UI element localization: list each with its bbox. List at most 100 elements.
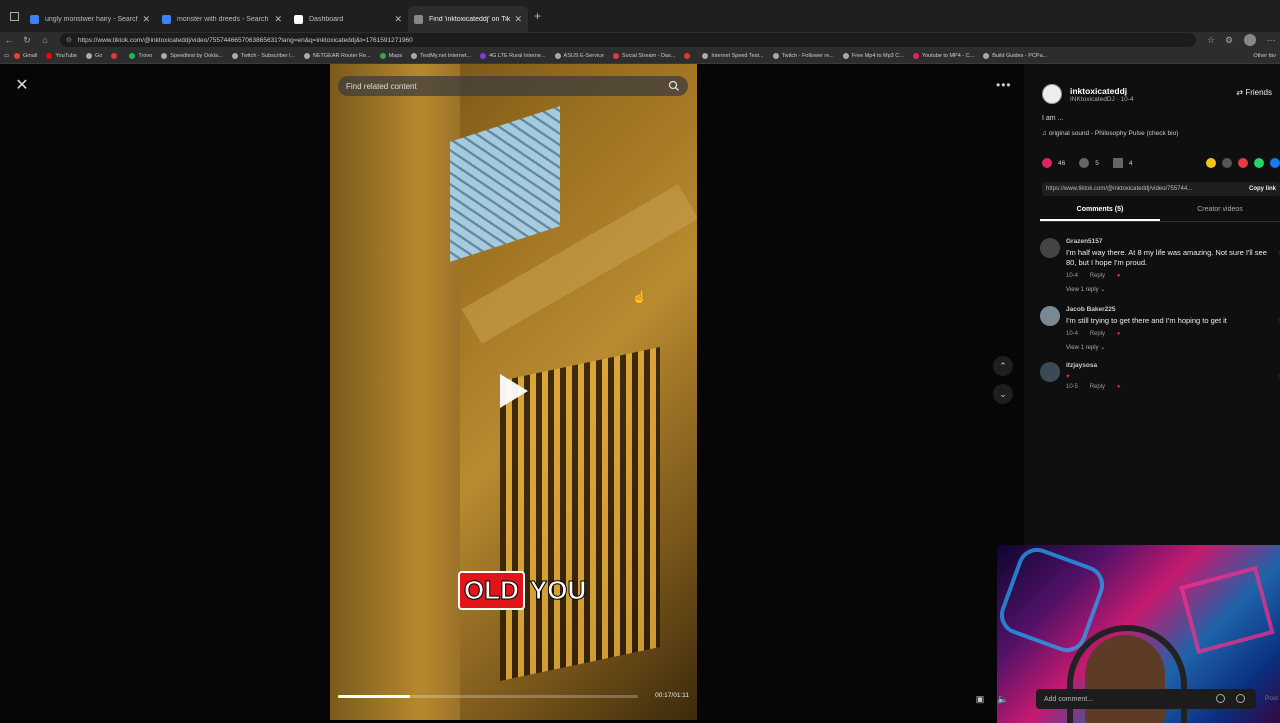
site-info-icon[interactable]: ⊙ [66, 36, 72, 44]
save-button[interactable]: 4 [1112, 158, 1132, 168]
author-block[interactable]: inktoxicateddj INKtoxicatedDJ · 10-4 [1042, 84, 1134, 104]
more-options-icon[interactable]: ••• [996, 78, 1012, 92]
tab-tiktok[interactable]: Find 'inktoxicateddj' on Tik ✕ [408, 6, 528, 32]
comment-author[interactable]: itzjaysosa [1066, 362, 1097, 369]
share-icon[interactable] [1238, 158, 1248, 168]
tab-dashboard[interactable]: Dashboard ✕ [288, 6, 408, 32]
search-input[interactable]: Find related content [338, 76, 688, 96]
comment-item: itzjaysosa ♥ 10-5 Reply ● ♡ [1040, 362, 1280, 398]
comment-author[interactable]: Jacob Baker225 [1066, 306, 1116, 313]
share-icon[interactable] [1270, 158, 1280, 168]
add-comment-input[interactable]: Add comment... [1036, 689, 1256, 709]
bookmark-item[interactable]: Internet Speed Test... [702, 52, 764, 59]
comment-icon [1079, 158, 1090, 168]
bookmark-item[interactable]: NETGEAR Router Re... [303, 52, 371, 59]
bookmark-label: Trovo [138, 52, 153, 59]
bookmark-label: Social Stream - Das... [621, 52, 676, 59]
avatar[interactable] [1040, 238, 1060, 258]
bookmark-favicon-icon [231, 52, 238, 59]
bookmark-label: NETGEAR Router Re... [312, 52, 371, 59]
bookmark-item[interactable]: ASUS E-Service [554, 52, 604, 59]
close-tab-icon[interactable]: ✕ [142, 14, 150, 25]
mention-icon[interactable] [1216, 694, 1225, 703]
bookmark-item[interactable]: Free Mp4 to Mp3 C... [842, 52, 904, 59]
share-icon[interactable] [1254, 158, 1264, 168]
bookmark-favicon-icon [554, 52, 561, 59]
comment-author[interactable]: Grazen5157 [1066, 238, 1103, 245]
previous-video-icon[interactable]: ⌃ [993, 356, 1013, 376]
bookmark-item[interactable]: TestMy.net Internet... [411, 52, 471, 59]
reply-button[interactable]: Reply [1090, 384, 1105, 390]
bookmark-label: YouTube [55, 52, 77, 59]
like-button[interactable]: 46 [1042, 158, 1065, 168]
reply-button[interactable]: Reply [1090, 273, 1105, 279]
back-icon[interactable]: ← [0, 35, 18, 45]
share-icon[interactable] [1206, 158, 1216, 168]
bookmark-label: Go [95, 52, 103, 59]
video-link-field[interactable]: https://www.tiktok.com/@inktoxicateddj/v… [1042, 182, 1280, 196]
menu-icon[interactable]: ⋯ [1262, 35, 1280, 46]
home-icon[interactable]: ⌂ [36, 35, 54, 45]
bookmark-item[interactable]: Youtube to MP4 - C... [912, 52, 974, 59]
volume-icon[interactable]: 🔈 [995, 691, 1011, 707]
close-tab-icon[interactable]: ✕ [274, 14, 282, 25]
emoji-icon[interactable] [1236, 694, 1245, 703]
video-player[interactable]: OLD YOU 00:17/01:11 [330, 64, 697, 720]
creator-liked-icon: ● [1116, 273, 1121, 279]
bookmark-item[interactable]: Gmail [14, 52, 37, 59]
bookmark-item[interactable]: Speedtest by Ookla... [161, 52, 223, 59]
other-favorites[interactable]: Other fav [1253, 53, 1276, 59]
bookmark-item[interactable]: Go [86, 52, 103, 59]
bookmark-item[interactable]: Social Stream - Das... [612, 52, 676, 59]
profile-icon[interactable] [1244, 34, 1256, 46]
post-button[interactable]: Post [1265, 695, 1278, 702]
bookmark-item[interactable] [684, 52, 693, 59]
video-description: I am ... [1042, 115, 1064, 122]
video-link-text: https://www.tiktok.com/@inktoxicateddj/v… [1046, 186, 1193, 192]
favorite-icon[interactable]: ☆ [1202, 35, 1220, 46]
search-icon[interactable] [668, 80, 680, 92]
video-progress-bar[interactable] [338, 695, 638, 698]
bookmark-item[interactable]: Maps [379, 52, 402, 59]
tab-creator-videos[interactable]: Creator videos [1160, 206, 1280, 221]
reply-button[interactable]: Reply [1090, 331, 1105, 337]
bookmark-item[interactable] [111, 52, 120, 59]
avatar[interactable] [1042, 84, 1062, 104]
bookmark-item[interactable]: Build Guides - PCPa... [983, 52, 1047, 59]
avatar[interactable] [1040, 362, 1060, 382]
close-tab-icon[interactable]: ✕ [514, 14, 522, 25]
tab-comments[interactable]: Comments (5) [1040, 206, 1160, 221]
tab-actions-icon[interactable] [4, 6, 24, 26]
picture-in-picture-icon[interactable]: ▣ [972, 691, 988, 707]
comment-sticker-icon: ♥ [1066, 374, 1070, 380]
play-icon[interactable] [500, 374, 528, 408]
reload-icon[interactable]: ↻ [18, 35, 36, 46]
close-icon[interactable]: ✕ [12, 76, 32, 96]
bookmark-item[interactable]: Twitch - Subscriber l... [231, 52, 295, 59]
comment-button[interactable]: 5 [1079, 158, 1099, 168]
new-tab-icon[interactable]: + [534, 9, 541, 23]
sidebar-toggle-icon[interactable]: ▭ [4, 53, 14, 59]
sound-link[interactable]: ♫ original sound - Philosophy Pulse (che… [1042, 130, 1178, 137]
next-video-icon[interactable]: ⌄ [993, 384, 1013, 404]
tab-ungly-monstwer[interactable]: ungly monstwer hairy - Search Im ✕ [24, 6, 156, 32]
avatar[interactable] [1040, 306, 1060, 326]
tab-monster-dreeds[interactable]: monster with dreeds - Search Im ✕ [156, 6, 288, 32]
close-tab-icon[interactable]: ✕ [394, 14, 402, 25]
friends-button[interactable]: ⇄ Friends [1236, 88, 1272, 97]
bookmark-item[interactable]: YouTube [46, 52, 77, 59]
comment-date: 10-4 [1066, 331, 1079, 337]
bookmark-item[interactable]: Trovo [129, 52, 153, 59]
bookmark-favicon-icon [129, 52, 136, 59]
comment-meta: 10-5 Reply ● [1066, 384, 1130, 390]
share-icon[interactable] [1222, 158, 1232, 168]
view-replies-button[interactable]: View 1 reply ⌄ [1066, 286, 1105, 293]
bookmark-item[interactable]: Twitch - Follower re... [772, 52, 834, 59]
extensions-icon[interactable]: ⚙ [1220, 35, 1238, 46]
url-field[interactable]: ⊙ https://www.tiktok.com/@inktoxicateddj… [60, 33, 1196, 47]
view-replies-button[interactable]: View 1 reply ⌄ [1066, 344, 1105, 351]
copy-link-button[interactable]: Copy link [1249, 186, 1276, 192]
url-text: https://www.tiktok.com/@inktoxicateddj/v… [77, 36, 413, 44]
author-username[interactable]: inktoxicateddj [1070, 86, 1134, 96]
bookmark-item[interactable]: 4G LTE Rural Interne... [480, 52, 546, 59]
